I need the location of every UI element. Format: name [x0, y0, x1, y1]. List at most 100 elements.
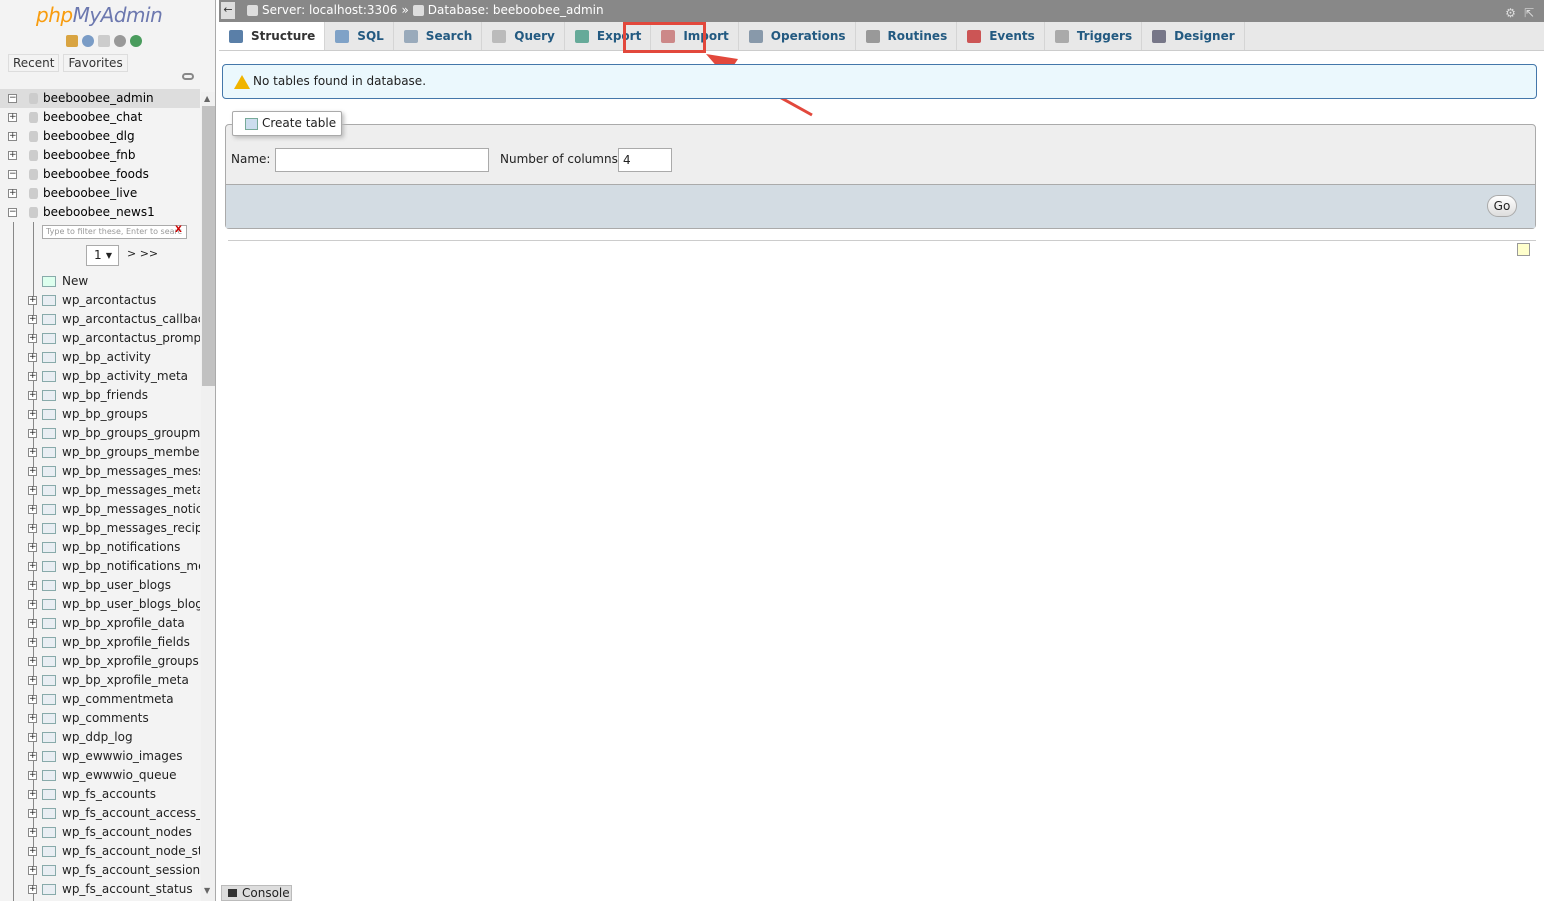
expand-icon[interactable]: + [28, 467, 37, 476]
link-icon[interactable] [182, 73, 194, 80]
table-icon[interactable] [42, 542, 56, 553]
expand-icon[interactable]: + [8, 151, 17, 160]
table-item[interactable]: + wp_bp_activity_meta [0, 367, 200, 386]
expand-icon[interactable]: + [28, 619, 37, 628]
database-name[interactable]: beeboobee_news1 [43, 205, 155, 219]
scroll-down-icon[interactable]: ▼ [204, 886, 210, 895]
expand-icon[interactable]: + [28, 296, 37, 305]
table-item[interactable]: + wp_bp_xprofile_meta [0, 671, 200, 690]
table-name[interactable]: wp_bp_activity_meta [62, 369, 188, 383]
table-item[interactable]: + wp_fs_account_nodes [0, 823, 200, 842]
table-icon[interactable] [42, 675, 56, 686]
table-name[interactable]: wp_arcontactus_prompt [62, 331, 200, 345]
gear-icon[interactable]: ⚙ [1505, 3, 1516, 24]
next-page-link[interactable]: > >> [127, 247, 158, 260]
tab-events[interactable]: Events [957, 22, 1045, 50]
expand-icon[interactable]: + [28, 334, 37, 343]
table-name[interactable]: wp_fs_account_status [62, 882, 193, 896]
favorites-tab[interactable]: Favorites [63, 54, 128, 72]
table-icon[interactable] [42, 561, 56, 572]
expand-icon[interactable]: + [8, 132, 17, 141]
clear-filter-icon[interactable]: X [175, 225, 182, 235]
table-icon[interactable] [42, 580, 56, 591]
expand-icon[interactable]: + [28, 866, 37, 875]
table-name[interactable]: wp_bp_messages_meta [62, 483, 200, 497]
table-name[interactable]: wp_bp_user_blogs_blog [62, 597, 200, 611]
table-icon[interactable] [42, 827, 56, 838]
table-icon[interactable] [42, 656, 56, 667]
table-icon[interactable] [42, 352, 56, 363]
table-name[interactable]: wp_arcontactus [62, 293, 156, 307]
tab-designer[interactable]: Designer [1142, 22, 1245, 50]
note-icon[interactable] [1517, 243, 1530, 256]
console-toggle[interactable]: Console [221, 885, 292, 901]
database-item[interactable]: + beeboobee_fnb [0, 146, 200, 165]
table-name[interactable]: wp_bp_xprofile_fields [62, 635, 190, 649]
expand-icon[interactable]: + [28, 885, 37, 894]
breadcrumb-database[interactable]: Database: beeboobee_admin [428, 0, 604, 21]
tab-search[interactable]: Search [394, 22, 483, 50]
table-item[interactable]: + wp_bp_messages_meta [0, 481, 200, 500]
tab-structure[interactable]: Structure [219, 22, 326, 50]
table-name[interactable]: wp_bp_notifications [62, 540, 180, 554]
expand-icon[interactable]: + [28, 790, 37, 799]
table-item[interactable]: + wp_bp_messages_notice [0, 500, 200, 519]
expand-icon[interactable]: + [28, 638, 37, 647]
tab-query[interactable]: Query [482, 22, 565, 50]
table-item[interactable]: + wp_ewwwio_images [0, 747, 200, 766]
expand-icon[interactable]: + [28, 505, 37, 514]
table-name[interactable]: wp_bp_groups_members [62, 445, 200, 459]
table-item[interactable]: + wp_bp_xprofile_data [0, 614, 200, 633]
phpmyadmin-logo[interactable]: phpMyAdmin [36, 3, 163, 27]
table-item[interactable]: + wp_fs_account_status [0, 880, 200, 899]
table-item[interactable]: + wp_bp_messages_mess [0, 462, 200, 481]
tab-triggers[interactable]: Triggers [1045, 22, 1143, 50]
table-icon[interactable] [42, 428, 56, 439]
expand-icon[interactable]: + [28, 676, 37, 685]
expand-icon[interactable]: + [28, 714, 37, 723]
expand-icon[interactable]: + [28, 733, 37, 742]
table-item[interactable]: + wp_ewwwio_queue [0, 766, 200, 785]
expand-icon[interactable]: + [8, 113, 17, 122]
table-name[interactable]: wp_bp_xprofile_data [62, 616, 185, 630]
table-item[interactable]: + wp_bp_xprofile_fields [0, 633, 200, 652]
table-name[interactable]: wp_bp_xprofile_groups [62, 654, 199, 668]
table-icon[interactable] [42, 713, 56, 724]
table-icon[interactable] [42, 447, 56, 458]
database-item[interactable]: + beeboobee_live [0, 184, 200, 203]
table-item[interactable]: + wp_fs_account_sessions [0, 861, 200, 880]
table-icon[interactable] [42, 409, 56, 420]
table-name[interactable]: wp_bp_xprofile_meta [62, 673, 189, 687]
expand-icon[interactable]: + [28, 828, 37, 837]
table-icon[interactable] [42, 390, 56, 401]
expand-icon[interactable]: + [8, 189, 17, 198]
table-icon[interactable] [42, 846, 56, 857]
table-name[interactable]: wp_fs_accounts [62, 787, 156, 801]
table-item[interactable]: + wp_bp_messages_recipi [0, 519, 200, 538]
table-icon[interactable] [42, 865, 56, 876]
expand-icon[interactable]: + [28, 372, 37, 381]
database-name[interactable]: beeboobee_fnb [43, 148, 136, 162]
table-name[interactable]: wp_bp_messages_mess [62, 464, 200, 478]
scrollbar-thumb[interactable] [202, 106, 215, 386]
table-icon[interactable] [42, 618, 56, 629]
table-item[interactable]: + wp_bp_user_blogs [0, 576, 200, 595]
table-item[interactable]: + wp_comments [0, 709, 200, 728]
table-item[interactable]: + wp_bp_xprofile_groups [0, 652, 200, 671]
scroll-up-icon[interactable]: ▲ [204, 94, 210, 103]
database-name[interactable]: beeboobee_chat [43, 110, 142, 124]
database-name[interactable]: beeboobee_live [43, 186, 137, 200]
new-table-item[interactable]: New [0, 272, 200, 291]
database-item[interactable]: + beeboobee_chat [0, 108, 200, 127]
collapse-icon[interactable]: − [8, 94, 17, 103]
columns-input[interactable]: 4 [618, 148, 672, 172]
reload-icon[interactable] [130, 35, 142, 47]
tab-routines[interactable]: Routines [856, 22, 958, 50]
table-icon[interactable] [42, 466, 56, 477]
table-item[interactable]: + wp_commentmeta [0, 690, 200, 709]
table-name[interactable]: wp_bp_messages_recipi [62, 521, 200, 535]
table-item[interactable]: + wp_bp_groups_members [0, 443, 200, 462]
expand-icon[interactable]: + [28, 657, 37, 666]
table-name[interactable]: wp_bp_friends [62, 388, 148, 402]
table-item[interactable]: + wp_bp_groups [0, 405, 200, 424]
